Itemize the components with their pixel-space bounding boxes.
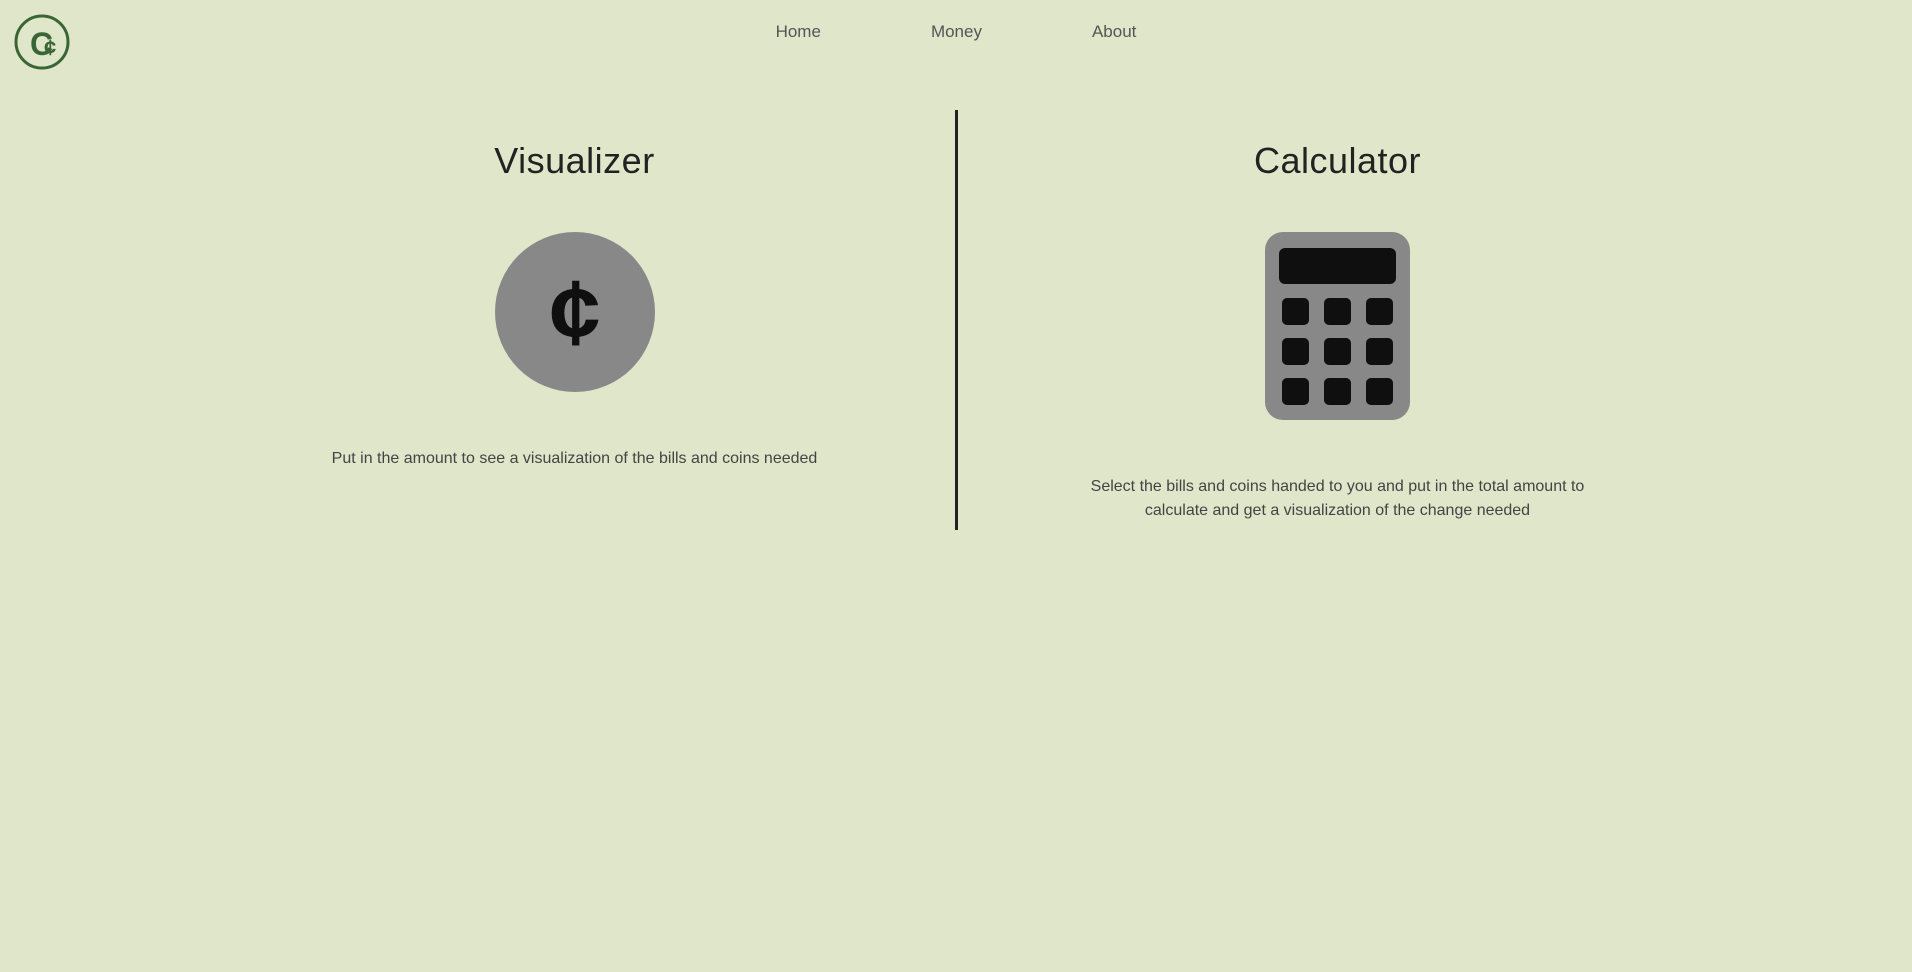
visualizer-title: Visualizer xyxy=(494,140,654,182)
calculator-icon xyxy=(1265,232,1410,425)
calculator-panel[interactable]: Calculator Select the bills and coins ha… xyxy=(988,110,1688,553)
svg-text:¢: ¢ xyxy=(549,262,600,364)
vertical-divider xyxy=(955,110,958,530)
visualizer-desc: Put in the amount to see a visualization… xyxy=(332,447,818,471)
cent-coin-icon: ¢ xyxy=(495,232,655,397)
top-nav: Home Money About xyxy=(0,22,1912,42)
main-content: Visualizer ¢ Put in the amount to see a … xyxy=(0,110,1912,553)
visualizer-panel[interactable]: Visualizer ¢ Put in the amount to see a … xyxy=(225,110,925,553)
nav-money[interactable]: Money xyxy=(931,22,982,42)
nav-about[interactable]: About xyxy=(1092,22,1136,42)
calculator-title: Calculator xyxy=(1254,140,1421,182)
nav-home[interactable]: Home xyxy=(776,22,821,42)
calculator-desc: Select the bills and coins handed to you… xyxy=(1058,475,1618,523)
